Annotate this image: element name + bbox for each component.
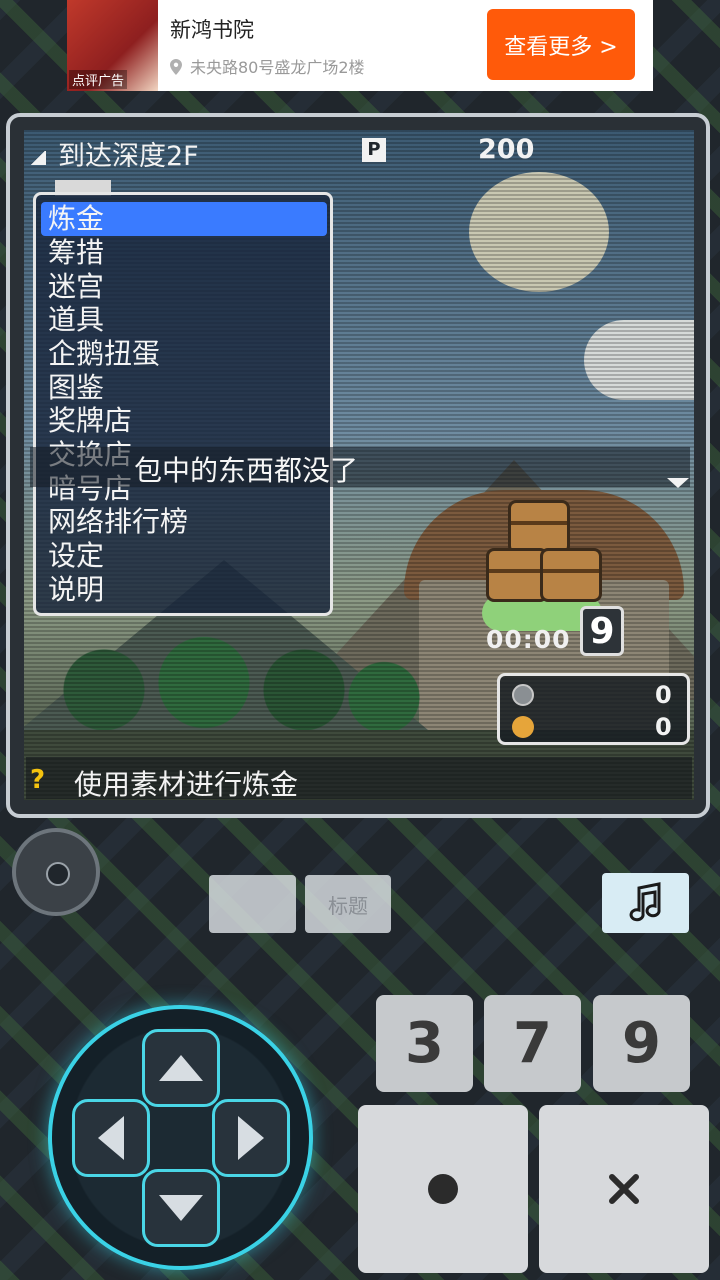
cloud xyxy=(584,320,694,400)
menu-item-raise[interactable]: 筹措 xyxy=(48,236,104,270)
signal-icon xyxy=(30,151,46,165)
key-3-button[interactable]: 3 xyxy=(376,995,473,1092)
dpad-left-button[interactable] xyxy=(72,1099,150,1177)
message-next-icon[interactable] xyxy=(667,478,689,488)
chest-icon xyxy=(540,548,602,602)
dpad xyxy=(48,1005,313,1270)
menu-item-encyclopedia[interactable]: 图鉴 xyxy=(48,371,104,405)
ad-address: 未央路80号盛龙广场2楼 xyxy=(190,58,365,77)
circle-icon xyxy=(428,1174,458,1204)
points-value: 200 xyxy=(478,134,535,165)
trees xyxy=(24,600,424,750)
chest-count: 9 xyxy=(580,606,624,656)
gear-icon xyxy=(46,862,70,886)
help-icon: ? xyxy=(30,765,46,795)
key-9-button[interactable]: 9 xyxy=(593,995,690,1092)
confirm-button[interactable] xyxy=(358,1105,528,1273)
up-arrow-icon xyxy=(159,1055,203,1081)
coin-icon xyxy=(512,716,534,738)
ad-more-button[interactable]: 查看更多 > xyxy=(487,9,635,80)
dpad-up-button[interactable] xyxy=(142,1029,220,1107)
menu-item-settings[interactable]: 设定 xyxy=(48,539,104,573)
ad-address-row: 未央路80号盛龙广场2楼 xyxy=(170,54,365,78)
message-bar xyxy=(30,447,690,487)
coin-value: 0 xyxy=(655,713,672,741)
chest-icon xyxy=(486,548,548,602)
soft-left-button[interactable] xyxy=(209,875,296,933)
menu-item-maze[interactable]: 迷宫 xyxy=(48,270,104,304)
menu-item-gacha[interactable]: 企鹅扭蛋 xyxy=(48,337,160,371)
menu-item-items[interactable]: 道具 xyxy=(48,303,104,337)
music-note-icon xyxy=(629,882,661,922)
dpad-down-button[interactable] xyxy=(142,1169,220,1247)
ad-tag: 点评广告 xyxy=(69,70,128,89)
settings-gear-button[interactable] xyxy=(12,828,100,916)
menu-item-ranking[interactable]: 网络排行榜 xyxy=(48,505,188,539)
chest-icon xyxy=(508,500,570,554)
cancel-button[interactable] xyxy=(539,1105,709,1273)
title-button[interactable]: 标题 xyxy=(305,875,391,933)
location-pin-icon xyxy=(170,59,182,75)
ad-thumbnail: 点评广告 xyxy=(67,0,158,91)
depth-label: 到达深度2F xyxy=(30,134,199,173)
gear-currency-icon xyxy=(512,684,534,706)
moon xyxy=(469,172,609,292)
down-arrow-icon xyxy=(159,1195,203,1221)
main-menu: 炼金 筹措 迷宫 道具 企鹅扭蛋 图鉴 奖牌店 交换店 暗号店 网络排行榜 设定… xyxy=(33,192,333,616)
depth-text: 到达深度2F xyxy=(58,141,199,172)
right-arrow-icon xyxy=(238,1116,264,1160)
status-text: 使用素材进行炼金 xyxy=(74,768,299,801)
gear-currency-value: 0 xyxy=(655,681,672,709)
menu-item-help[interactable]: 说明 xyxy=(48,573,104,607)
timer: 00:00 xyxy=(486,625,571,654)
menu-item-medal-shop[interactable]: 奖牌店 xyxy=(48,404,132,438)
message-text: 包中的东西都没了 xyxy=(134,454,359,487)
menu-item-alchemy[interactable]: 炼金 xyxy=(41,202,327,236)
key-7-button[interactable]: 7 xyxy=(484,995,581,1092)
ad-title: 新鸿书院 xyxy=(170,18,254,42)
ad-banner[interactable]: 点评广告 新鸿书院 未央路80号盛龙广场2楼 查看更多 > xyxy=(67,0,653,91)
left-arrow-icon xyxy=(98,1116,124,1160)
music-button[interactable] xyxy=(602,873,689,933)
points-icon: P xyxy=(362,138,386,162)
dpad-right-button[interactable] xyxy=(212,1099,290,1177)
cross-icon xyxy=(609,1174,639,1204)
